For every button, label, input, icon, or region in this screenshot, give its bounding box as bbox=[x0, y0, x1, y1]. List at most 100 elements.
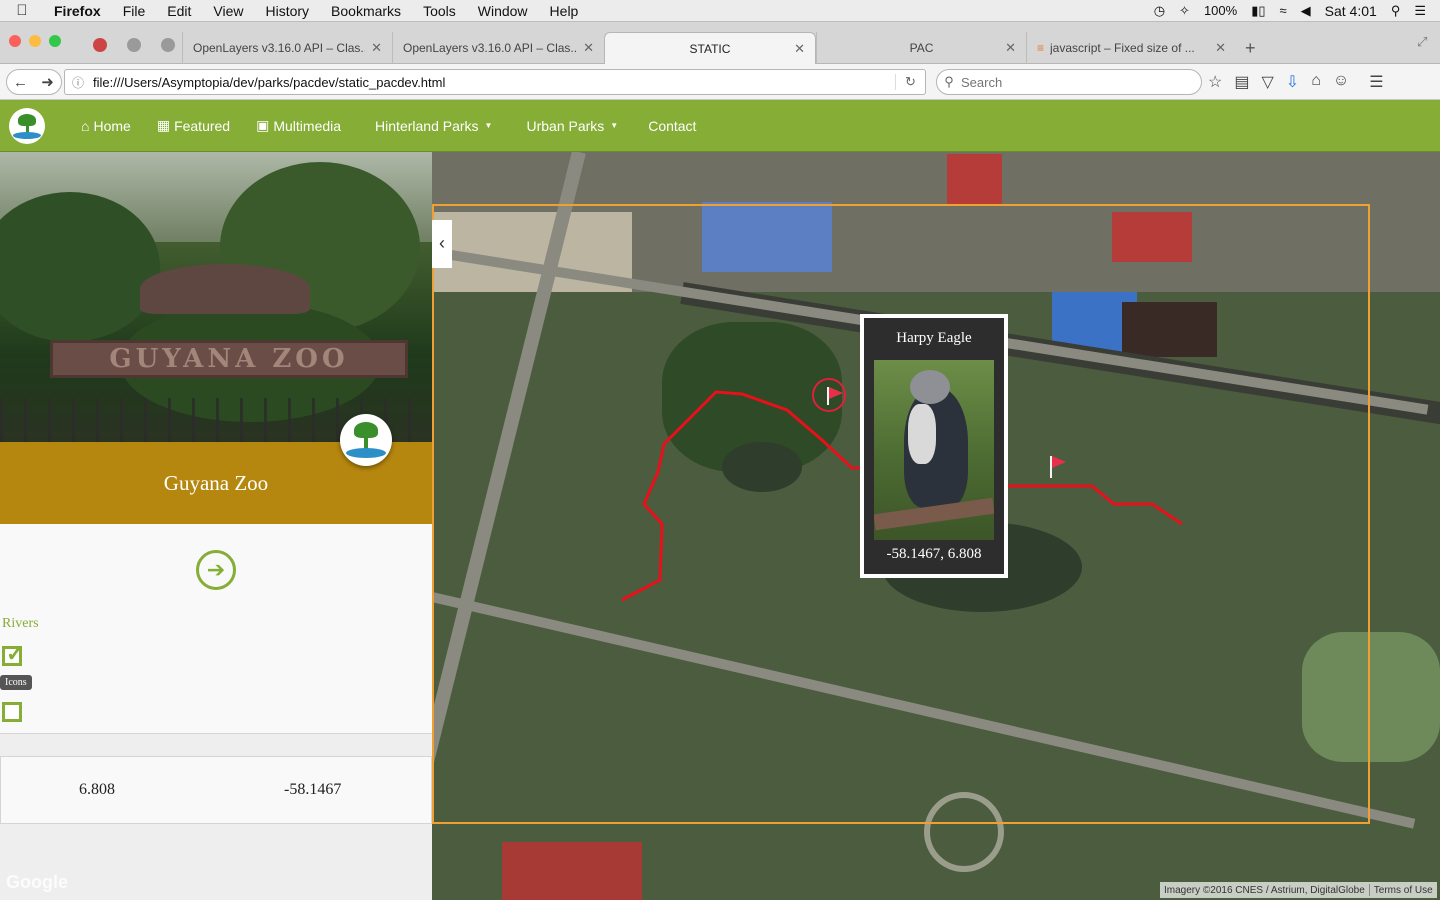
tab-label: PAC bbox=[909, 41, 934, 55]
nav-urban-parks[interactable]: Urban Parks ▼ bbox=[513, 118, 631, 134]
clock[interactable]: Sat 4:01 bbox=[1325, 3, 1377, 19]
icons-checkbox[interactable] bbox=[2, 702, 22, 722]
spotlight-search-icon[interactable]: ⚲ bbox=[1391, 3, 1401, 19]
fullscreen-icon[interactable]: ⤢ bbox=[1417, 34, 1427, 50]
bluetooth-icon[interactable]: ✧ bbox=[1179, 3, 1190, 19]
caret-down-icon: ▼ bbox=[484, 121, 493, 130]
nav-contact-label: Contact bbox=[648, 117, 697, 134]
menu-window[interactable]: Window bbox=[467, 3, 539, 19]
menu-app-name[interactable]: Firefox bbox=[44, 3, 112, 19]
browser-toolbar-icons: ☆ ▤ ▽ ⇩ ⌂ ☺ ☰ bbox=[1208, 72, 1384, 92]
checkmark-icon: ✓ bbox=[6, 641, 25, 666]
os-menu-bar:  Firefox File Edit View History Bookmar… bbox=[0, 0, 1440, 22]
popup-title: Harpy Eagle bbox=[896, 330, 972, 346]
menu-tools[interactable]: Tools bbox=[412, 3, 467, 19]
image-icon: ▣ bbox=[256, 117, 270, 133]
collapse-panel-chevron-icon[interactable]: ‹ bbox=[432, 220, 452, 268]
terms-of-use-link[interactable]: Terms of Use bbox=[1370, 885, 1437, 896]
menu-history[interactable]: History bbox=[254, 3, 320, 19]
close-tab-icon[interactable]: ✕ bbox=[1215, 40, 1226, 56]
nav-contact[interactable]: Contact bbox=[635, 118, 709, 134]
reading-list-icon[interactable]: ▤ bbox=[1234, 72, 1249, 92]
notification-center-icon[interactable]: ☰ bbox=[1414, 3, 1426, 19]
close-window-button[interactable] bbox=[9, 35, 21, 47]
flag-icon bbox=[829, 387, 843, 399]
pinned-tab-icon[interactable] bbox=[93, 38, 107, 52]
status-area: ◷ ✧ 100% ▮▯ ≈ ◀ Sat 4:01 ⚲ ☰ bbox=[1154, 3, 1440, 19]
nav-hinterland-parks[interactable]: Hinterland Parks ▼ bbox=[362, 118, 505, 134]
back-forward-group: ← ➜ bbox=[6, 69, 62, 95]
zoom-window-button[interactable] bbox=[49, 35, 61, 47]
selected-flag-marker[interactable] bbox=[812, 378, 846, 412]
latitude-value: 6.808 bbox=[79, 781, 115, 798]
new-tab-button[interactable]: + bbox=[1245, 38, 1256, 59]
flag-marker[interactable] bbox=[1048, 456, 1068, 478]
close-tab-icon[interactable]: ✕ bbox=[583, 40, 594, 56]
imagery-credit: Imagery ©2016 CNES / Astrium, DigitalGlo… bbox=[1164, 884, 1365, 896]
menu-bookmarks[interactable]: Bookmarks bbox=[320, 3, 412, 19]
pinned-tab-icon[interactable] bbox=[127, 38, 141, 52]
marker-popup[interactable]: Harpy Eagle -58.1467, 6.808 bbox=[860, 314, 1008, 578]
tab-strip: OpenLayers v3.16.0 API – Clas... ✕ OpenL… bbox=[0, 22, 1440, 64]
pinned-tab-icon[interactable] bbox=[161, 38, 175, 52]
search-input[interactable] bbox=[961, 74, 1181, 90]
tab-static[interactable]: STATIC ✕ bbox=[604, 32, 816, 64]
address-bar[interactable]: ⓘ file:///Users/Asymptopia/dev/parks/pac… bbox=[64, 69, 926, 95]
close-tab-icon[interactable]: ✕ bbox=[371, 40, 382, 56]
flag-icon bbox=[1052, 456, 1066, 468]
back-arrow-icon[interactable]: ← bbox=[7, 74, 34, 91]
tab-label: javascript – Fixed size of ... bbox=[1050, 41, 1195, 55]
volume-icon[interactable]: ◀ bbox=[1301, 3, 1311, 19]
park-title: Guyana Zoo bbox=[163, 470, 269, 495]
battery-icon[interactable]: ▮▯ bbox=[1251, 3, 1265, 19]
battery-percent[interactable]: 100% bbox=[1204, 3, 1237, 18]
bookmark-star-icon[interactable]: ☆ bbox=[1208, 72, 1222, 92]
nav-hinterland-label: Hinterland Parks bbox=[375, 117, 479, 134]
menu-file[interactable]: File bbox=[112, 3, 157, 19]
nav-multimedia-label: Multimedia bbox=[273, 117, 342, 134]
nav-multimedia[interactable]: ▣ Multimedia bbox=[243, 117, 354, 134]
tab-openlayers-2[interactable]: OpenLayers v3.16.0 API – Clas... ✕ bbox=[392, 32, 604, 64]
time-machine-icon[interactable]: ◷ bbox=[1154, 3, 1165, 19]
tab-label: OpenLayers v3.16.0 API – Clas... bbox=[193, 41, 366, 55]
logo-water-shape bbox=[13, 131, 41, 139]
longitude-value: -58.1467 bbox=[284, 781, 342, 798]
rivers-checkbox[interactable]: ✓ bbox=[2, 641, 24, 666]
reload-icon[interactable]: ↻ bbox=[895, 74, 925, 90]
icons-tooltip: Icons bbox=[0, 675, 32, 690]
nav-featured[interactable]: ▦ Featured bbox=[144, 117, 243, 134]
park-info-panel: GUYANA ZOO Guyana Zoo ➔ Rivers ✓ Icons 6… bbox=[0, 152, 432, 900]
menu-view[interactable]: View bbox=[202, 3, 254, 19]
eagle-head-shape bbox=[910, 370, 950, 404]
download-icon[interactable]: ⇩ bbox=[1286, 72, 1299, 92]
close-tab-icon[interactable]: ✕ bbox=[794, 41, 805, 57]
harpy-eagle-photo bbox=[874, 360, 994, 540]
apple-menu-icon[interactable]:  bbox=[0, 2, 44, 19]
search-box[interactable]: ⚲ bbox=[936, 69, 1202, 95]
minimize-window-button[interactable] bbox=[29, 35, 41, 47]
tab-openlayers-1[interactable]: OpenLayers v3.16.0 API – Clas... ✕ bbox=[182, 32, 392, 64]
close-tab-icon[interactable]: ✕ bbox=[1005, 40, 1016, 56]
chat-icon[interactable]: ☺ bbox=[1333, 72, 1349, 92]
back-arrow-button[interactable]: ➔ bbox=[196, 550, 236, 590]
stackoverflow-icon: ≡ bbox=[1037, 41, 1045, 55]
forward-arrow-icon[interactable]: ➜ bbox=[34, 73, 61, 91]
menu-edit[interactable]: Edit bbox=[156, 3, 202, 19]
nav-home[interactable]: ⌂ Home bbox=[68, 118, 144, 134]
home-icon[interactable]: ⌂ bbox=[1311, 72, 1321, 92]
logo-water-shape bbox=[346, 448, 386, 458]
tab-pac[interactable]: PAC ✕ bbox=[816, 32, 1026, 64]
coordinates-box: 6.808 -58.1467 bbox=[0, 756, 432, 824]
url-text[interactable]: file:///Users/Asymptopia/dev/parks/pacde… bbox=[91, 75, 895, 90]
search-icon: ⚲ bbox=[944, 74, 954, 89]
site-logo[interactable] bbox=[9, 107, 45, 144]
map-attribution: Imagery ©2016 CNES / Astrium, DigitalGlo… bbox=[1160, 882, 1437, 898]
hamburger-menu-icon[interactable]: ☰ bbox=[1369, 72, 1383, 92]
menu-help[interactable]: Help bbox=[539, 3, 590, 19]
map-view[interactable]: ‹ Harpy Eagle -58.1467, 6.808 Imagery ©2… bbox=[432, 152, 1440, 900]
pocket-icon[interactable]: ▽ bbox=[1261, 72, 1273, 92]
wifi-icon[interactable]: ≈ bbox=[1280, 3, 1287, 18]
site-info-icon[interactable]: ⓘ bbox=[65, 74, 91, 91]
tab-javascript[interactable]: ≡ javascript – Fixed size of ... ✕ bbox=[1026, 32, 1236, 64]
tab-label: OpenLayers v3.16.0 API – Clas... bbox=[403, 41, 578, 55]
